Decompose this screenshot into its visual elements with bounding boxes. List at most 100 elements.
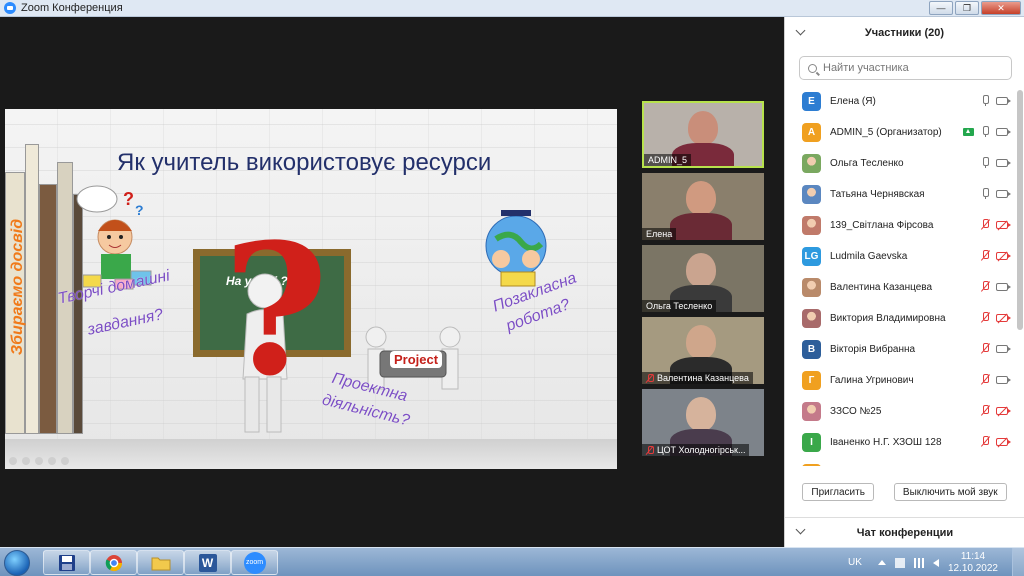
- mic-icon[interactable]: [981, 157, 989, 168]
- muted-mic-icon[interactable]: [981, 405, 989, 416]
- muted-mic-icon: [646, 445, 654, 455]
- participant-name: 139_Світлана Фірсова: [830, 220, 934, 231]
- video-tile[interactable]: ADMIN_5: [642, 101, 764, 168]
- participant-row[interactable]: Валентина Казанцева: [785, 272, 1024, 303]
- participant-status-icons: [981, 157, 1011, 168]
- video-camera-icon[interactable]: [996, 282, 1011, 291]
- video-camera-icon[interactable]: [996, 127, 1011, 136]
- avatar: LG: [802, 247, 821, 266]
- meeting-main-area: Збираємо досвід Як учитель використовує …: [0, 17, 784, 547]
- participant-name: Елена (Я): [830, 96, 876, 107]
- invite-button[interactable]: Пригласить: [802, 483, 874, 501]
- participant-name: Ludmila Gaevska: [830, 251, 908, 262]
- clock-time: 11:14: [960, 550, 986, 562]
- participant-row[interactable]: В Вікторія Вибранна: [785, 334, 1024, 365]
- slide-nav-dots: [9, 457, 69, 465]
- participant-row[interactable]: LG Ludmila Gaevska: [785, 241, 1024, 272]
- volume-icon[interactable]: [932, 558, 939, 567]
- participant-row[interactable]: Ольга Тесленко: [785, 148, 1024, 179]
- participant-list-scrollbar[interactable]: [1017, 86, 1023, 466]
- video-camera-icon[interactable]: [996, 344, 1011, 353]
- word-icon[interactable]: W: [184, 550, 231, 575]
- participant-status-icons: [981, 281, 1011, 292]
- window-controls: — ❐ ✕: [929, 1, 1021, 15]
- maximize-button[interactable]: ❐: [955, 1, 979, 15]
- video-tile-name-text: ADMIN_5: [648, 155, 688, 165]
- participant-row[interactable]: Е Елена (Я): [785, 86, 1024, 117]
- participant-actions: Пригласить Выключить мой звук: [785, 474, 1024, 510]
- muted-mic-icon[interactable]: [981, 436, 989, 447]
- muted-mic-icon[interactable]: [981, 250, 989, 261]
- chrome-icon[interactable]: [90, 550, 137, 575]
- video-camera-icon[interactable]: [996, 189, 1011, 198]
- svg-text:?: ?: [135, 202, 144, 218]
- participant-row[interactable]: A ADMIN_5 (Организатор): [785, 117, 1024, 148]
- participant-name: ЗЗСО №25: [830, 406, 882, 417]
- muted-mic-icon[interactable]: [981, 374, 989, 385]
- mic-icon[interactable]: [981, 95, 989, 106]
- participant-status-icons: [981, 374, 1011, 385]
- tray-arrow-icon[interactable]: [877, 560, 886, 565]
- video-camera-icon[interactable]: [996, 96, 1011, 105]
- action-center-icon[interactable]: [894, 557, 905, 568]
- video-off-icon[interactable]: [996, 313, 1011, 322]
- video-tile-name: Ольга Тесленко: [642, 300, 717, 312]
- video-tile[interactable]: ЦОТ Холодногірськ...: [642, 389, 764, 456]
- participants-header[interactable]: Участники (20): [785, 17, 1024, 49]
- participant-row[interactable]: ЗЗСО №25: [785, 396, 1024, 427]
- language-indicator[interactable]: UK: [848, 557, 862, 568]
- word-label: W: [198, 553, 217, 572]
- participant-row[interactable]: ІІрина Настенко: [785, 458, 1024, 466]
- muted-mic-icon[interactable]: [981, 219, 989, 230]
- window-title: Zoom Конференция: [21, 2, 123, 14]
- video-off-icon[interactable]: [996, 220, 1011, 229]
- slide-heading: Як учитель використовує ресурси: [117, 149, 492, 176]
- system-tray: UK 11:14 12.10.2022: [848, 548, 1024, 576]
- zoom-app-icon: [4, 2, 16, 14]
- participant-status-icons: [981, 219, 1011, 230]
- chat-header[interactable]: Чат конференции: [785, 517, 1024, 547]
- mic-icon[interactable]: [981, 188, 989, 199]
- video-tile[interactable]: Елена: [642, 173, 764, 240]
- participant-name: Галина Угринович: [830, 375, 914, 386]
- save-app-icon[interactable]: [43, 550, 90, 575]
- avatar: Е: [802, 92, 821, 111]
- chevron-down-icon[interactable]: [795, 524, 806, 535]
- video-tile[interactable]: Валентина Казанцева: [642, 317, 764, 384]
- video-off-icon[interactable]: [996, 406, 1011, 415]
- video-tile-name-text: Валентина Казанцева: [657, 373, 749, 383]
- show-desktop-button[interactable]: [1012, 548, 1024, 576]
- muted-mic-icon[interactable]: [981, 343, 989, 354]
- video-tile-name-text: ЦОТ Холодногірськ...: [657, 445, 746, 455]
- video-off-icon[interactable]: [996, 437, 1011, 446]
- video-off-icon[interactable]: [996, 251, 1011, 260]
- participant-row[interactable]: Виктория Владимировна: [785, 303, 1024, 334]
- zoom-icon[interactable]: zoom: [231, 550, 278, 575]
- mute-self-button[interactable]: Выключить мой звук: [893, 483, 1007, 501]
- folder-icon[interactable]: [137, 550, 184, 575]
- network-icon[interactable]: [913, 557, 924, 568]
- taskbar-clock[interactable]: 11:14 12.10.2022: [948, 551, 998, 575]
- video-camera-icon[interactable]: [996, 158, 1011, 167]
- minimize-button[interactable]: —: [929, 1, 953, 15]
- participant-row[interactable]: Татьяна Чернявская: [785, 179, 1024, 210]
- search-input[interactable]: [823, 62, 1003, 74]
- avatar: І: [802, 464, 821, 466]
- participant-video-face: [686, 397, 716, 431]
- project-label: Project: [390, 351, 443, 368]
- start-button[interactable]: [4, 550, 30, 576]
- video-camera-icon[interactable]: [996, 375, 1011, 384]
- participant-search[interactable]: [799, 56, 1012, 80]
- participant-row[interactable]: Г Галина Угринович: [785, 365, 1024, 396]
- participant-name: Валентина Казанцева: [830, 282, 933, 293]
- video-tile[interactable]: Ольга Тесленко: [642, 245, 764, 312]
- video-tile-name: Елена: [642, 228, 677, 240]
- participant-row[interactable]: І Іваненко Н.Г. ХЗОШ 128: [785, 427, 1024, 458]
- mic-icon[interactable]: [981, 126, 989, 137]
- chevron-down-icon[interactable]: [795, 25, 806, 36]
- close-button[interactable]: ✕: [981, 1, 1021, 15]
- participant-video-face: [686, 325, 716, 359]
- participant-row[interactable]: 139_Світлана Фірсова: [785, 210, 1024, 241]
- muted-mic-icon[interactable]: [981, 281, 989, 292]
- muted-mic-icon[interactable]: [981, 312, 989, 323]
